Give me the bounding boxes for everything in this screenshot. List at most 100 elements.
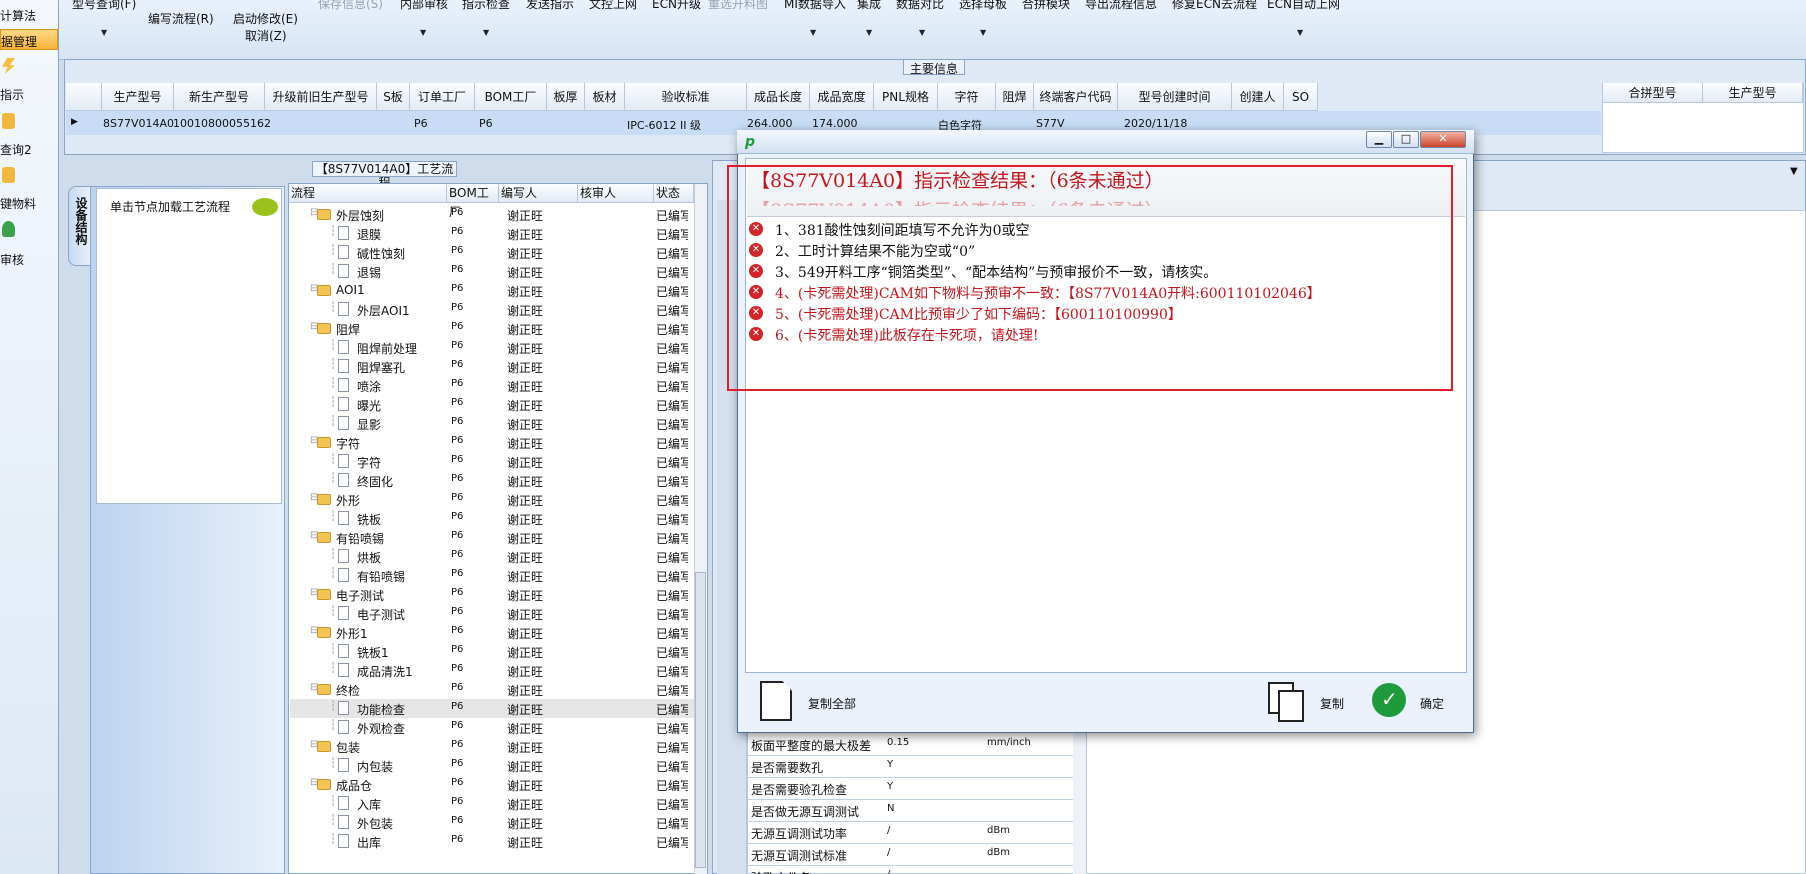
mi-import-button[interactable]: MI数据导入 bbox=[784, 0, 846, 12]
param-row[interactable]: 无源互调测试功率 / dBm bbox=[747, 822, 1073, 844]
process-tree-row[interactable]: ┆ 出库 P6 谢正旺 已编写 bbox=[290, 832, 694, 851]
param-row[interactable]: 板面平整度的最大极差 0.15 mm/inch bbox=[747, 734, 1073, 756]
process-tree-row[interactable]: ⊟ 成品仓 P6 谢正旺 已编写 bbox=[290, 775, 694, 794]
col-header[interactable]: 生产型号 bbox=[1703, 83, 1803, 103]
process-tree-row[interactable]: ⊟ 电子测试 P6 谢正旺 已编写 bbox=[290, 585, 694, 604]
process-tree-row[interactable]: ⊟ 字符 P6 谢正旺 已编写 bbox=[290, 433, 694, 452]
process-tree-row[interactable]: ┆ 字符 P6 谢正旺 已编写 bbox=[290, 452, 694, 471]
nav-item-calc[interactable]: 计算法 bbox=[0, 7, 36, 24]
process-tree-row[interactable]: ┆ 成品清洗1 P6 谢正旺 已编写 bbox=[290, 661, 694, 680]
col-header[interactable]: 板厚 bbox=[547, 83, 585, 111]
col-header[interactable]: 验收标准 bbox=[625, 83, 747, 111]
process-tree-row[interactable]: ┆ 外包装 P6 谢正旺 已编写 bbox=[290, 813, 694, 832]
col-header[interactable]: 型号创建时间 bbox=[1118, 83, 1232, 111]
process-tree-row[interactable]: ┆ 退锡 P6 谢正旺 已编写 bbox=[290, 262, 694, 281]
nav-item-material[interactable]: 键物料 bbox=[0, 195, 36, 212]
maximize-button[interactable]: □ bbox=[1393, 131, 1419, 148]
process-tree-row[interactable]: ┆ 入库 P6 谢正旺 已编写 bbox=[290, 794, 694, 813]
col-header[interactable]: BOM工厂 bbox=[447, 184, 499, 219]
write-flow-button[interactable]: 编写流程(R) bbox=[148, 10, 214, 27]
col-header[interactable]: 成品长度 bbox=[747, 83, 810, 111]
process-tree-row[interactable]: ┆ 退膜 P6 谢正旺 已编写 bbox=[290, 224, 694, 243]
model-query-button[interactable]: 型号查询(F) bbox=[72, 0, 136, 12]
process-tree-row[interactable]: ┆ 喷涂 P6 谢正旺 已编写 bbox=[290, 376, 694, 395]
process-tree-row[interactable]: ┆ 烘板 P6 谢正旺 已编写 bbox=[290, 547, 694, 566]
col-header[interactable]: BOM工厂 bbox=[475, 83, 547, 111]
confirm-button[interactable]: 确定 bbox=[1420, 695, 1444, 712]
cell-created[interactable]: 2020/11/18 bbox=[1124, 117, 1187, 130]
param-row[interactable]: 验孔文件名 / bbox=[747, 866, 1073, 874]
copy-button[interactable]: 复制 bbox=[1320, 695, 1344, 712]
save-info-button[interactable]: 保存信息(S) bbox=[318, 0, 383, 12]
cell-length[interactable]: 264.000 bbox=[747, 117, 793, 130]
param-row[interactable]: 是否需要验孔检查 Y bbox=[747, 778, 1073, 800]
process-tree-row[interactable]: ┆ 显影 P6 谢正旺 已编写 bbox=[290, 414, 694, 433]
process-tree-row[interactable]: ⊟ 阻焊 P6 谢正旺 已编写 bbox=[290, 319, 694, 338]
col-header[interactable]: 核审人 bbox=[578, 184, 654, 203]
process-tree-row[interactable]: ┆ 内包装 P6 谢正旺 已编写 bbox=[290, 756, 694, 775]
dropdown-caret-icon[interactable]: ▼ bbox=[101, 28, 107, 37]
copy-all-button[interactable]: 复制全部 bbox=[808, 695, 856, 712]
col-header[interactable]: PNL规格 bbox=[874, 83, 938, 111]
repair-ecn-button[interactable]: 修复ECN去流程 bbox=[1172, 0, 1257, 12]
process-tree-row[interactable]: ┆ 阻焊塞孔 P6 谢正旺 已编写 bbox=[290, 357, 694, 376]
dropdown-caret-icon[interactable]: ▼ bbox=[1297, 28, 1303, 37]
col-header[interactable]: 升级前旧生产型号 bbox=[265, 83, 377, 111]
process-tree-row[interactable]: ⊟ 有铅喷锡 P6 谢正旺 已编写 bbox=[290, 528, 694, 547]
data-compare-button[interactable]: 数据对比 bbox=[896, 0, 944, 12]
send-instruction-button[interactable]: 发送指示 bbox=[526, 0, 574, 12]
col-header[interactable]: SO bbox=[1284, 83, 1318, 111]
tab-equipment-structure[interactable]: 设备结构 bbox=[68, 186, 91, 266]
col-header[interactable]: 流程 bbox=[289, 184, 447, 203]
param-row[interactable]: 是否做无源互调测试 N bbox=[747, 800, 1073, 822]
col-header[interactable]: 合拼型号 bbox=[1603, 83, 1703, 103]
process-tree-row[interactable]: ┆ 外观检查 P6 谢正旺 已编写 bbox=[290, 718, 694, 737]
dropdown-caret-icon[interactable]: ▼ bbox=[980, 28, 986, 37]
process-tree-row[interactable]: ┆ 铣板 P6 谢正旺 已编写 bbox=[290, 509, 694, 528]
ecn-auto-button[interactable]: ECN自动上网 bbox=[1267, 0, 1340, 12]
process-tree-row[interactable]: ┆ 电子测试 P6 谢正旺 已编写 bbox=[290, 604, 694, 623]
dropdown-caret-icon[interactable]: ▼ bbox=[866, 28, 872, 37]
col-header[interactable]: 字符 bbox=[938, 83, 996, 111]
cell-bom-factory[interactable]: P6 bbox=[479, 117, 493, 130]
dropdown-caret-icon[interactable]: ▼ bbox=[420, 28, 426, 37]
nav-item-query2[interactable]: 查询2 bbox=[0, 141, 32, 158]
dialog-titlebar[interactable] bbox=[737, 130, 1474, 154]
cell-production-model[interactable]: 8S77V014A0 bbox=[103, 117, 174, 130]
process-tree-row[interactable]: ⊟ 外层蚀刻 P6 谢正旺 已编写 bbox=[290, 205, 694, 224]
col-header[interactable]: 终端客户代码 bbox=[1034, 83, 1118, 111]
col-header[interactable]: 编写人 bbox=[499, 184, 578, 203]
dropdown-caret-icon[interactable]: ▼ bbox=[919, 28, 925, 37]
col-header[interactable]: 订单工厂 bbox=[410, 83, 475, 111]
cell-customer-code[interactable]: S77V bbox=[1036, 117, 1065, 130]
process-tree-row[interactable]: ⊟ AOI1 P6 谢正旺 已编写 bbox=[290, 281, 694, 300]
col-header[interactable]: 新生产型号 bbox=[174, 83, 265, 111]
col-header[interactable]: S板 bbox=[377, 83, 410, 111]
merge-module-button[interactable]: 合拼模块 bbox=[1022, 0, 1070, 12]
process-tree-row[interactable]: ⊟ 终检 P6 谢正旺 已编写 bbox=[290, 680, 694, 699]
process-tree-row[interactable]: ┆ 功能检查 P6 谢正旺 已编写 bbox=[290, 699, 694, 718]
process-tree-row[interactable]: ┆ 曝光 P6 谢正旺 已编写 bbox=[290, 395, 694, 414]
col-header[interactable]: 状态 bbox=[654, 184, 694, 203]
cell-order-factory[interactable]: P6 bbox=[414, 117, 428, 130]
process-tree-row[interactable]: ┆ 碱性蚀刻 P6 谢正旺 已编写 bbox=[290, 243, 694, 262]
minimize-button[interactable]: ▁ bbox=[1366, 131, 1392, 148]
close-button[interactable]: ✕ bbox=[1420, 131, 1466, 148]
process-tree-row[interactable]: ┆ 有铅喷锡 P6 谢正旺 已编写 bbox=[290, 566, 694, 585]
col-header[interactable]: 阻焊 bbox=[996, 83, 1034, 111]
cell-new-model[interactable]: 10010800055162 bbox=[173, 117, 271, 130]
process-tree-row[interactable]: ⊟ 包装 P6 谢正旺 已编写 bbox=[290, 737, 694, 756]
nav-item-review[interactable]: 审核 bbox=[0, 251, 24, 268]
nav-item-data-management[interactable]: 据管理 bbox=[0, 29, 58, 50]
dropdown-caret-icon[interactable]: ▼ bbox=[483, 28, 489, 37]
process-tree-row[interactable]: ┆ 外层AOI1 P6 谢正旺 已编写 bbox=[290, 300, 694, 319]
process-tree-row[interactable]: ┆ 阻焊前处理 P6 谢正旺 已编写 bbox=[290, 338, 694, 357]
dropdown-caret-icon[interactable]: ▼ bbox=[810, 28, 816, 37]
param-row[interactable]: 是否需要数孔 Y bbox=[747, 756, 1073, 778]
integrate-button[interactable]: 集成 bbox=[857, 0, 881, 12]
start-modify-button[interactable]: 启动修改(E) bbox=[233, 10, 298, 27]
document-icon[interactable] bbox=[760, 681, 792, 721]
collapse-caret-icon[interactable]: ▼ bbox=[1790, 166, 1798, 177]
node-list[interactable] bbox=[96, 188, 282, 504]
process-tree-row[interactable]: ┆ 铣板1 P6 谢正旺 已编写 bbox=[290, 642, 694, 661]
